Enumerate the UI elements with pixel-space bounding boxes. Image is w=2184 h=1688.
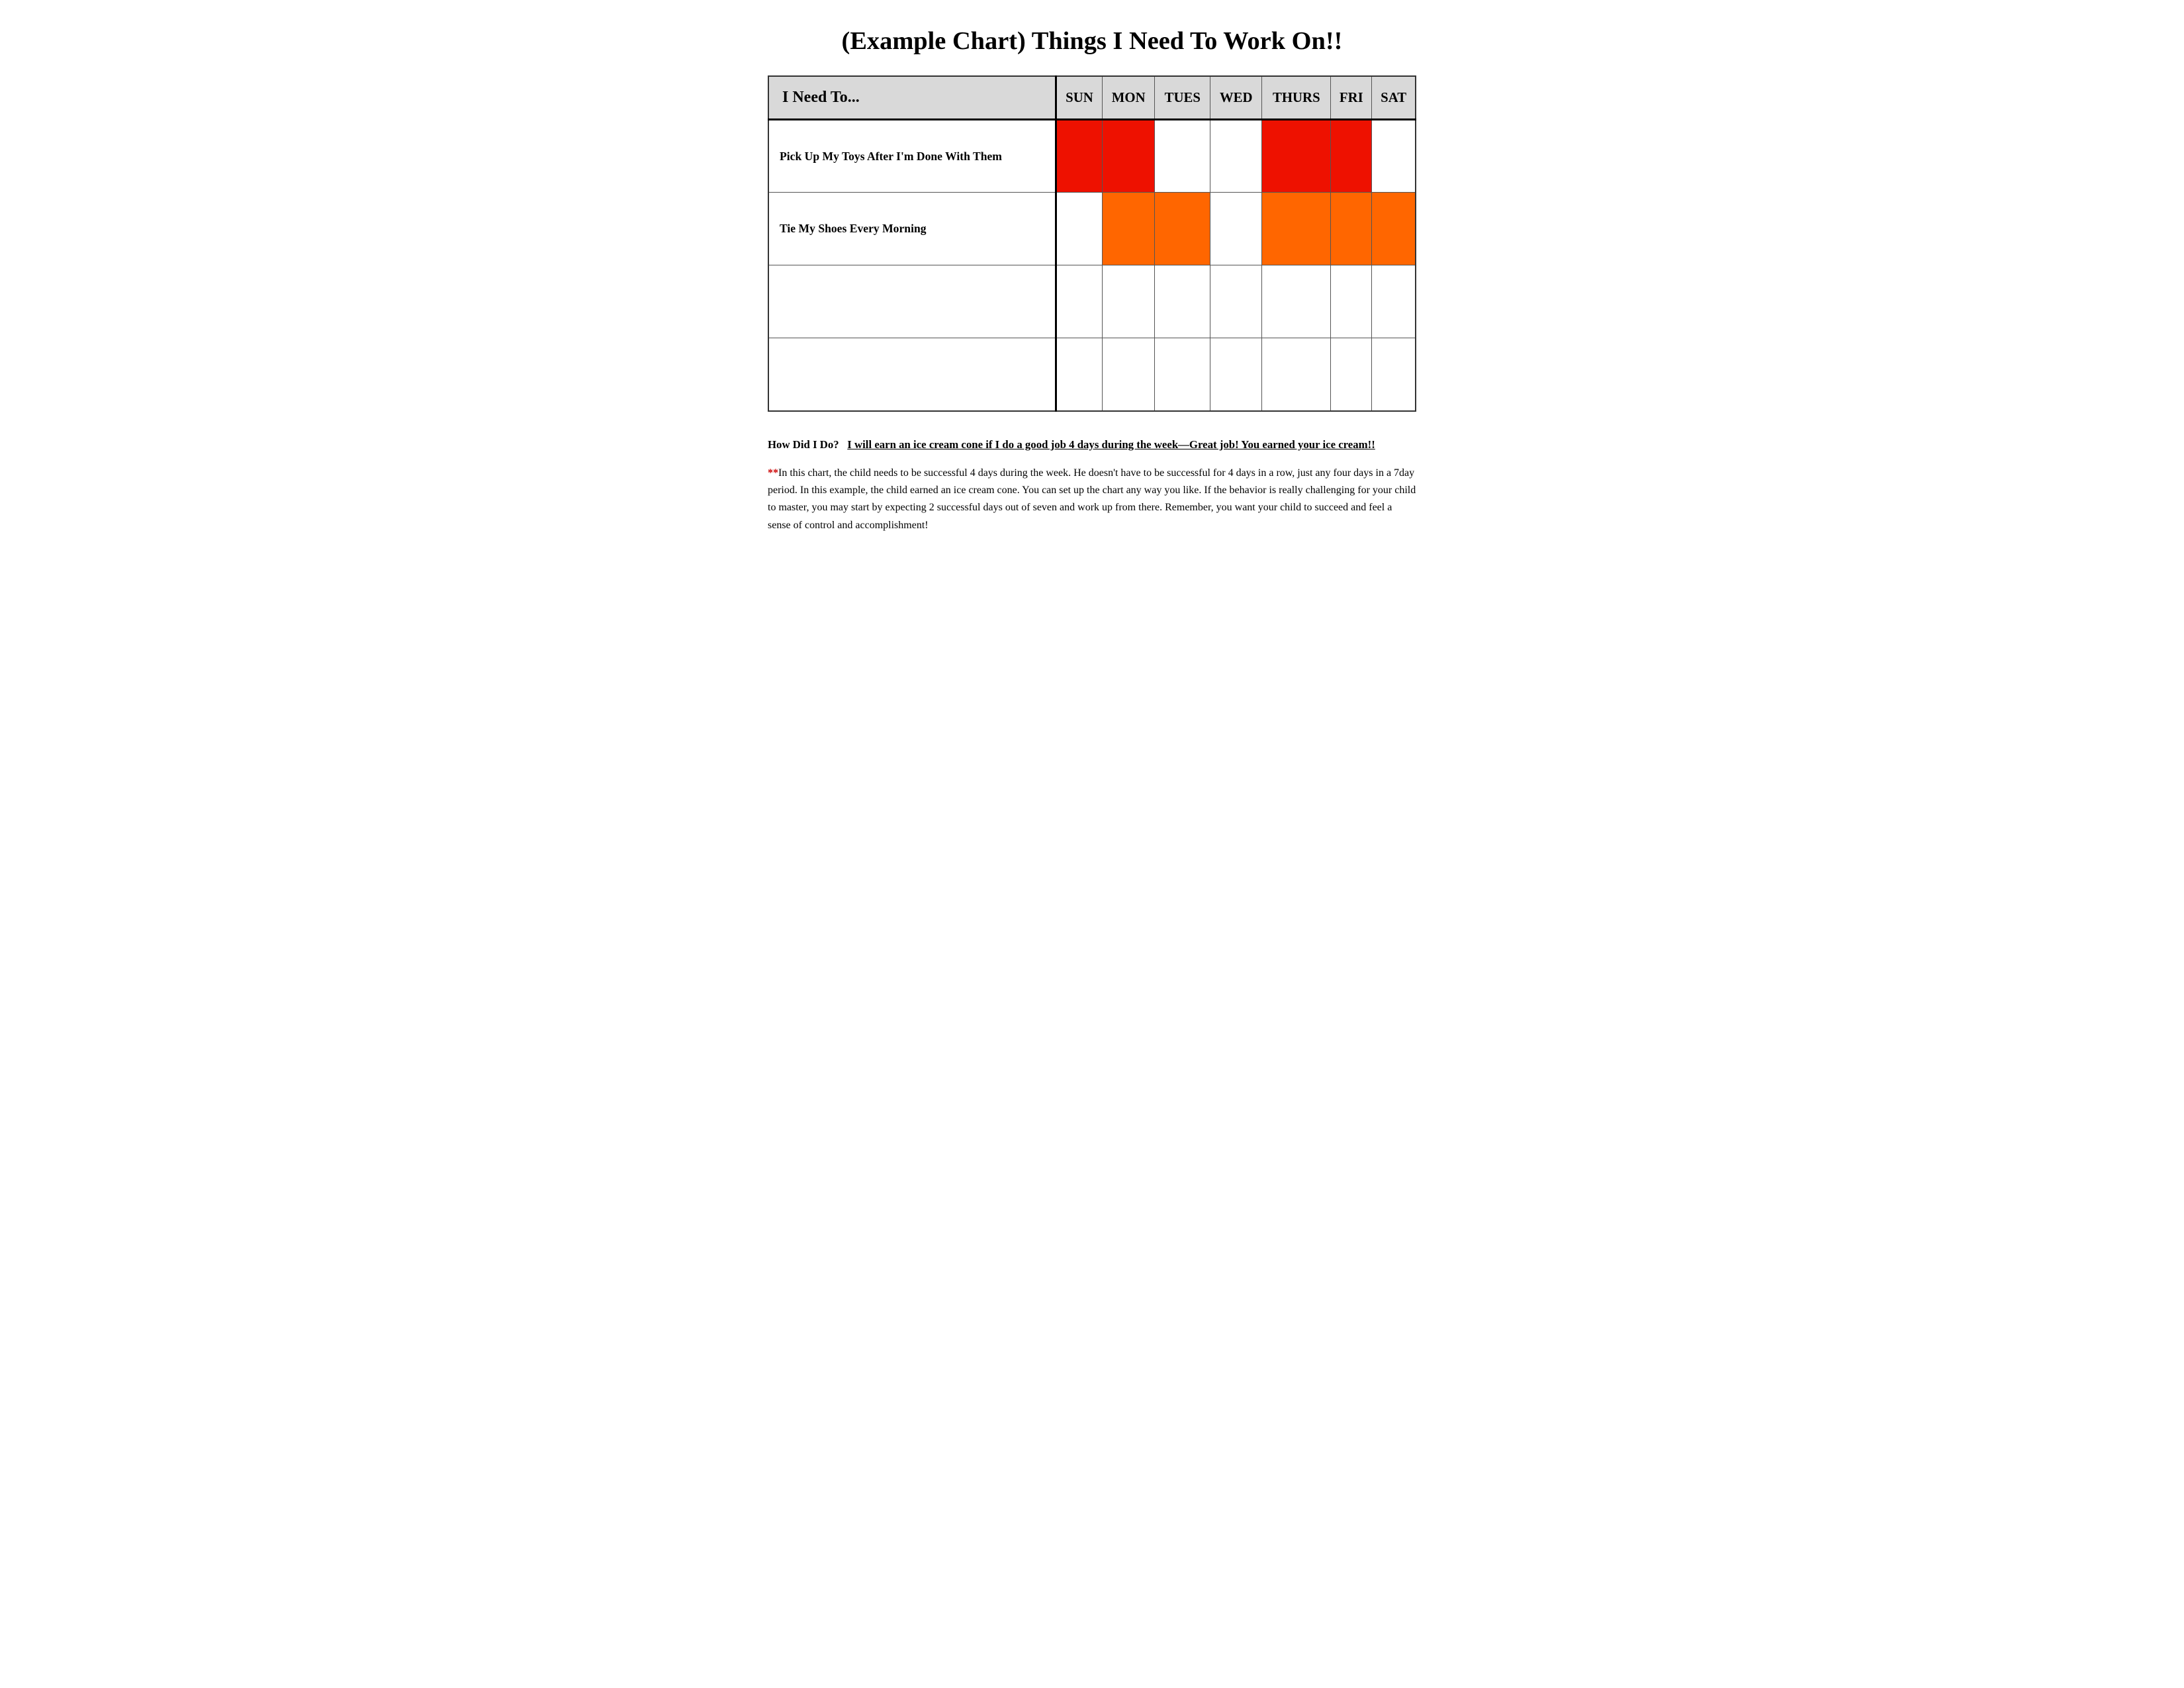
task-label bbox=[768, 338, 1056, 411]
how-did-i-do-label: How Did I Do? bbox=[768, 438, 839, 451]
day-cell bbox=[1102, 120, 1155, 193]
day-cell bbox=[1056, 338, 1103, 411]
day-cell bbox=[1056, 193, 1103, 265]
thurs-header: THURS bbox=[1262, 76, 1331, 120]
day-cell bbox=[1102, 193, 1155, 265]
table-row: Tie My Shoes Every Morning bbox=[768, 193, 1416, 265]
table-row: Pick Up My Toys After I'm Done With Them bbox=[768, 120, 1416, 193]
day-cell bbox=[1331, 338, 1372, 411]
task-label bbox=[768, 265, 1056, 338]
day-cell bbox=[1210, 265, 1262, 338]
day-cell bbox=[1331, 120, 1372, 193]
tues-header: TUES bbox=[1155, 76, 1210, 120]
day-cell bbox=[1155, 265, 1210, 338]
day-cell bbox=[1331, 193, 1372, 265]
fri-header: FRI bbox=[1331, 76, 1372, 120]
how-did-i-do-line: How Did I Do? I will earn an ice cream c… bbox=[768, 438, 1416, 451]
day-cell bbox=[1155, 120, 1210, 193]
footnote: **In this chart, the child needs to be s… bbox=[768, 465, 1416, 535]
behavior-chart: I Need To... SUN MON TUES WED THURS FRI … bbox=[768, 75, 1416, 412]
footnote-asterisks: ** bbox=[768, 467, 778, 479]
day-cell bbox=[1372, 265, 1416, 338]
table-row bbox=[768, 338, 1416, 411]
day-cell bbox=[1331, 265, 1372, 338]
footer-section: How Did I Do? I will earn an ice cream c… bbox=[768, 438, 1416, 535]
task-label: Tie My Shoes Every Morning bbox=[768, 193, 1056, 265]
table-row bbox=[768, 265, 1416, 338]
day-cell bbox=[1372, 120, 1416, 193]
how-did-i-do-text: I will earn an ice cream cone if I do a … bbox=[847, 438, 1375, 451]
page-title: (Example Chart) Things I Need To Work On… bbox=[768, 26, 1416, 56]
day-cell bbox=[1210, 193, 1262, 265]
mon-header: MON bbox=[1102, 76, 1155, 120]
day-cell bbox=[1262, 338, 1331, 411]
day-cell bbox=[1210, 120, 1262, 193]
day-cell bbox=[1102, 265, 1155, 338]
day-cell bbox=[1210, 338, 1262, 411]
day-cell bbox=[1262, 265, 1331, 338]
task-column-header: I Need To... bbox=[768, 76, 1056, 120]
footnote-text: In this chart, the child needs to be suc… bbox=[768, 467, 1416, 531]
sun-header: SUN bbox=[1056, 76, 1103, 120]
task-label: Pick Up My Toys After I'm Done With Them bbox=[768, 120, 1056, 193]
day-cell bbox=[1262, 120, 1331, 193]
day-cell bbox=[1056, 265, 1103, 338]
sat-header: SAT bbox=[1372, 76, 1416, 120]
day-cell bbox=[1372, 338, 1416, 411]
day-cell bbox=[1372, 193, 1416, 265]
day-cell bbox=[1056, 120, 1103, 193]
day-cell bbox=[1102, 338, 1155, 411]
day-cell bbox=[1155, 193, 1210, 265]
day-cell bbox=[1262, 193, 1331, 265]
day-cell bbox=[1155, 338, 1210, 411]
wed-header: WED bbox=[1210, 76, 1262, 120]
